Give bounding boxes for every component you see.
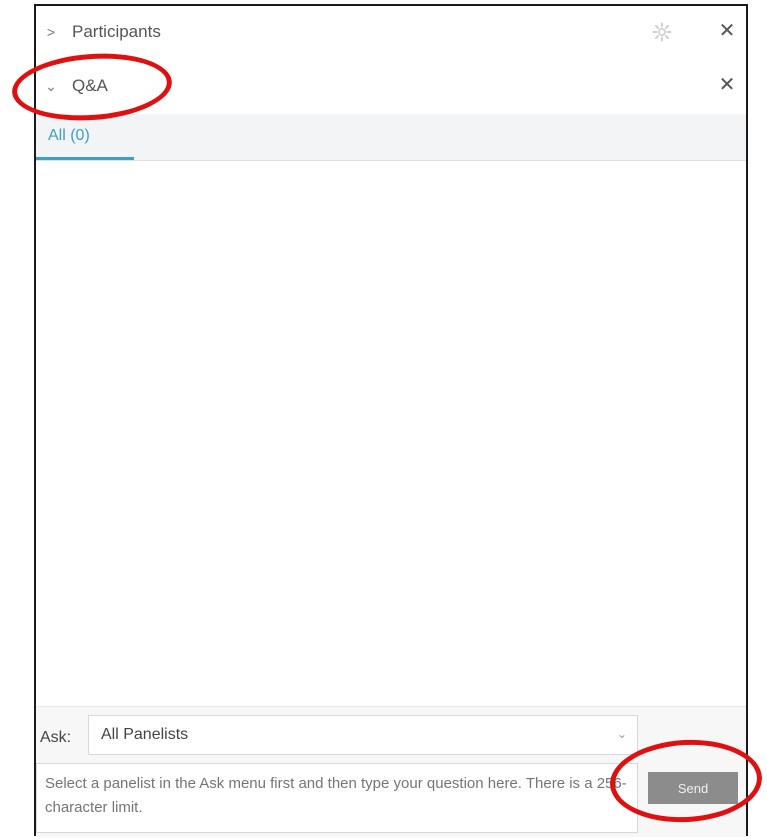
qa-panel: > Participants ✕ ⌄ Q&A ✕ All (0) Ask: Al… [34, 4, 748, 837]
questions-list [36, 161, 746, 706]
close-participants-icon[interactable]: ✕ [716, 20, 738, 42]
close-qa-icon[interactable]: ✕ [716, 74, 738, 96]
participants-header[interactable]: > Participants ✕ [36, 6, 746, 58]
tab-all[interactable]: All (0) [36, 114, 134, 160]
qa-header[interactable]: ⌄ Q&A ✕ [36, 60, 746, 112]
qa-tabs: All (0) [36, 114, 746, 161]
question-input[interactable] [36, 763, 638, 833]
ask-selected-value: All Panelists [101, 726, 189, 743]
send-button[interactable]: Send [648, 772, 738, 804]
chevron-down-icon[interactable]: ⌄ [44, 78, 58, 95]
ask-area: Ask: All Panelists ⌄ Send [36, 706, 746, 837]
chevron-down-icon: ⌄ [616, 727, 627, 741]
ask-recipient-select[interactable]: All Panelists ⌄ [88, 715, 638, 755]
gear-icon[interactable] [652, 22, 672, 42]
ask-label: Ask: [40, 729, 72, 746]
participants-title: Participants [72, 22, 161, 41]
chevron-right-icon[interactable]: > [44, 24, 58, 40]
qa-title: Q&A [72, 76, 108, 95]
